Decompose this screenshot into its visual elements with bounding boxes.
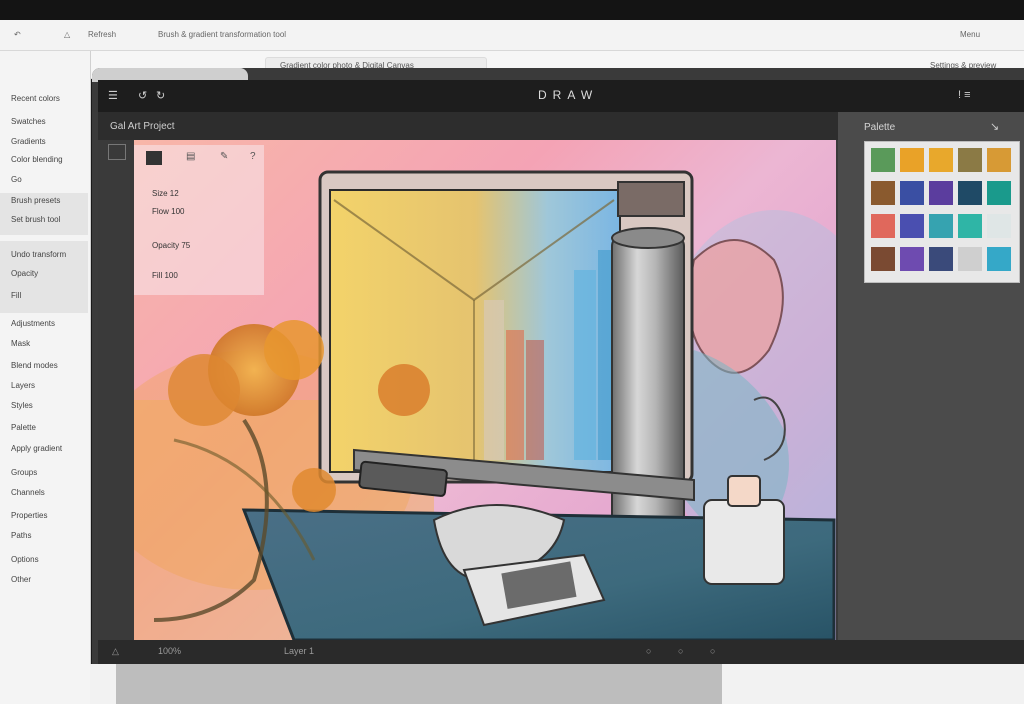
sidebar-item-label: Opacity xyxy=(11,269,39,278)
undo-icon[interactable]: ↺ xyxy=(138,89,147,102)
color-swatch[interactable] xyxy=(929,181,953,205)
sidebar-item-label: Brush presets xyxy=(11,196,61,205)
back-icon[interactable]: ↶ xyxy=(14,30,21,39)
color-swatch[interactable] xyxy=(871,181,895,205)
circle-icon[interactable]: ○ xyxy=(678,646,683,656)
sidebar-item-label: Gradients xyxy=(11,137,46,146)
color-swatch[interactable] xyxy=(900,181,924,205)
sidebar-item-label: Properties xyxy=(11,511,48,520)
toolbar-right-label[interactable]: Menu xyxy=(960,30,980,39)
color-swatch[interactable] xyxy=(929,247,953,271)
circle-icon[interactable]: ○ xyxy=(710,646,715,656)
layers-icon[interactable]: ▤ xyxy=(186,151,195,162)
color-swatch[interactable] xyxy=(987,247,1011,271)
sidebar-item-label: Swatches xyxy=(11,117,46,126)
tool-button[interactable] xyxy=(108,144,126,160)
color-swatch[interactable] xyxy=(929,214,953,238)
sidebar-item-label: Mask xyxy=(11,339,31,348)
layer-info: Layer 1 xyxy=(284,646,315,656)
color-swatch[interactable] xyxy=(958,214,982,238)
brush-icon[interactable]: ✎ xyxy=(220,151,228,162)
document-title: Gal Art Project xyxy=(110,121,175,132)
color-swatch[interactable] xyxy=(871,247,895,271)
color-palette xyxy=(864,141,1020,283)
color-swatch[interactable] xyxy=(958,181,982,205)
triangle-icon[interactable]: △ xyxy=(112,646,119,657)
sidebar-item-label: Color blending xyxy=(11,155,63,164)
color-swatch[interactable] xyxy=(929,148,953,172)
color-swatch[interactable] xyxy=(900,247,924,271)
sidebar-item-label: Channels xyxy=(11,488,45,497)
color-swatch[interactable] xyxy=(987,214,1011,238)
window-top-bar xyxy=(0,0,1024,20)
sidebar-item-label: Adjustments xyxy=(11,319,56,328)
sidebar-item-label: Other xyxy=(11,575,32,584)
help-icon[interactable]: ? xyxy=(250,151,256,162)
color-swatch[interactable] xyxy=(900,148,924,172)
sidebar-item-label: Set brush tool xyxy=(11,215,61,224)
color-swatch[interactable] xyxy=(958,247,982,271)
palette-header: Palette xyxy=(864,122,896,133)
option-row[interactable]: Flow 100 xyxy=(152,207,184,216)
sidebar-item-label: Blend modes xyxy=(11,361,58,370)
sidebar-item-label: Paths xyxy=(11,531,32,540)
sidebar-item-label: Palette xyxy=(11,423,36,432)
sidebar-item-label: Go xyxy=(11,175,22,184)
app-toolbar: ↶ △ Refresh Brush & gradient transformat… xyxy=(0,20,1024,51)
option-row[interactable]: Opacity 75 xyxy=(152,241,190,250)
color-swatch-button[interactable] xyxy=(146,151,162,165)
editor-right-icons[interactable]: ! ≡ xyxy=(958,89,971,101)
document-title-row: Gal Art Project xyxy=(98,112,838,140)
triangle-icon[interactable]: △ xyxy=(64,30,70,39)
sidebar-item-label: Undo transform xyxy=(11,250,67,259)
bottom-panel xyxy=(116,664,722,704)
sidebar-item-label: Recent colors xyxy=(11,94,60,103)
tool-column xyxy=(98,140,134,640)
option-row[interactable]: Size 12 xyxy=(152,189,179,198)
tool-options-panel: ▤ ✎ ? Size 12 Flow 100 Opacity 75 Fill 1… xyxy=(134,145,264,295)
status-bar: △ 100% Layer 1 ○ ○ ○ xyxy=(98,640,1024,664)
toolbar-label-b[interactable]: Brush & gradient transformation tool xyxy=(158,30,286,39)
circle-icon[interactable]: ○ xyxy=(646,646,651,656)
sidebar-item-label: Fill xyxy=(11,291,22,300)
sidebar-item-label: Styles xyxy=(11,401,33,410)
collapse-icon[interactable]: ↘ xyxy=(990,120,999,133)
sidebar-item-label: Groups xyxy=(11,468,38,477)
sidebar-item-label: Options xyxy=(11,555,39,564)
color-swatch[interactable] xyxy=(987,181,1011,205)
color-swatch[interactable] xyxy=(987,148,1011,172)
redo-icon[interactable]: ↻ xyxy=(156,89,165,102)
zoom-level[interactable]: 100% xyxy=(158,646,181,656)
left-sidebar: Recent colors Swatches Gradients Color blen… xyxy=(0,51,91,704)
sidebar-item-label: Layers xyxy=(11,381,36,390)
editor-top-bar: ☰ ↺ ↻ DRAW ! ≡ xyxy=(98,80,1024,112)
toolbar-label-a[interactable]: Refresh xyxy=(88,30,116,39)
option-row[interactable]: Fill 100 xyxy=(152,271,178,280)
color-swatch[interactable] xyxy=(900,214,924,238)
sidebar-item-label: Apply gradient xyxy=(11,444,63,453)
color-swatch[interactable] xyxy=(871,214,895,238)
color-swatch[interactable] xyxy=(871,148,895,172)
editor-toolbar-center[interactable]: DRAW xyxy=(538,88,598,102)
color-swatch[interactable] xyxy=(958,148,982,172)
menu-icon[interactable]: ☰ xyxy=(108,89,118,102)
